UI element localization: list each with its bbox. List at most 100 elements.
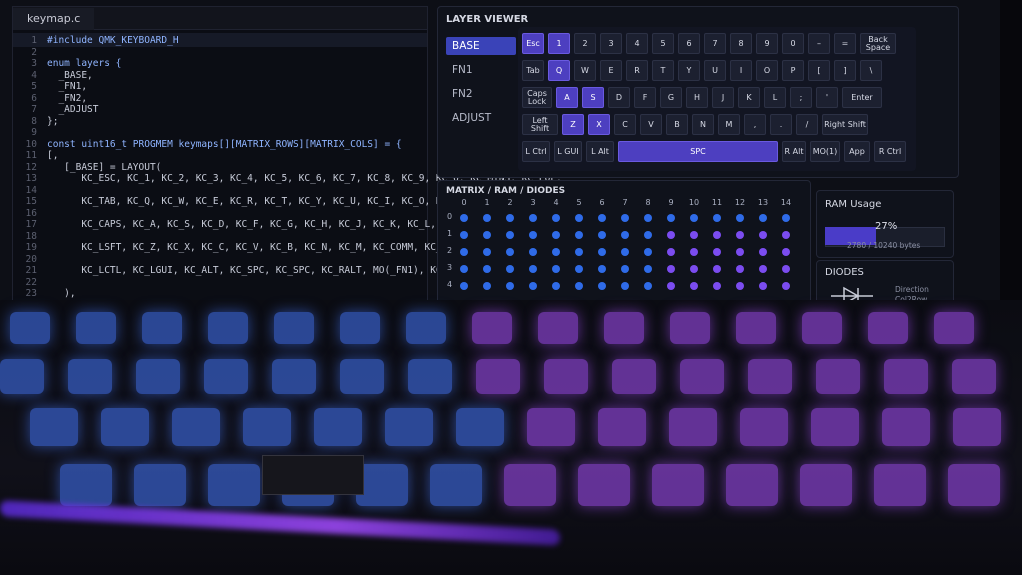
key-switch — [544, 359, 588, 395]
matrix-col-label: 9 — [668, 198, 674, 207]
key-j[interactable]: J — [712, 87, 734, 108]
key-switch — [243, 408, 291, 447]
key-r[interactable]: R — [626, 60, 648, 81]
key-f[interactable]: F — [634, 87, 656, 108]
layer-item-fn1[interactable]: FN1 — [446, 61, 516, 79]
key-r-ctrl[interactable]: R Ctrl — [874, 141, 906, 162]
matrix-cell — [460, 265, 468, 273]
key--[interactable]: / — [796, 114, 818, 135]
layer-item-adjust[interactable]: ADJUST — [446, 109, 516, 127]
key-p[interactable]: P — [782, 60, 804, 81]
matrix-cell — [690, 231, 698, 239]
key-o[interactable]: O — [756, 60, 778, 81]
key-right-shift[interactable]: Right Shift — [822, 114, 868, 135]
key--[interactable]: – — [808, 33, 830, 54]
key--[interactable]: ' — [816, 87, 838, 108]
matrix-title: MATRIX / RAM / DIODES — [446, 186, 566, 196]
key-switch — [816, 359, 860, 395]
key-a[interactable]: A — [556, 87, 578, 108]
key-4[interactable]: 4 — [626, 33, 648, 54]
key-d[interactable]: D — [608, 87, 630, 108]
editor-tab-bar: keymap.c — [13, 7, 427, 30]
key-y[interactable]: Y — [678, 60, 700, 81]
matrix-cell — [506, 282, 514, 290]
key-caps-lock[interactable]: Caps Lock — [522, 87, 552, 108]
key-m[interactable]: M — [718, 114, 740, 135]
matrix-cell — [529, 248, 537, 256]
key-5[interactable]: 5 — [652, 33, 674, 54]
key-e[interactable]: E — [600, 60, 622, 81]
key--[interactable]: = — [834, 33, 856, 54]
key-n[interactable]: N — [692, 114, 714, 135]
matrix-col-label: 3 — [530, 198, 536, 207]
ram-detail: 2780 / 10240 bytes — [847, 241, 921, 250]
key-0[interactable]: 0 — [782, 33, 804, 54]
key-v[interactable]: V — [640, 114, 662, 135]
matrix-cell — [782, 265, 790, 273]
code-line: _BASE, — [47, 69, 93, 81]
key-mo-1-[interactable]: MO(1) — [810, 141, 840, 162]
key-esc[interactable]: Esc — [522, 33, 544, 54]
matrix-cell — [736, 214, 744, 222]
key-back-space[interactable]: Back Space — [860, 33, 896, 54]
key-c[interactable]: C — [614, 114, 636, 135]
layer-item-base[interactable]: BASE — [446, 37, 516, 55]
matrix-cell — [575, 214, 583, 222]
key-l-alt[interactable]: L Alt — [586, 141, 614, 162]
key-tab[interactable]: Tab — [522, 60, 544, 81]
key-app[interactable]: App — [844, 141, 870, 162]
key--[interactable]: ; — [790, 87, 812, 108]
matrix-col-label: 12 — [734, 198, 746, 207]
key-switch — [76, 312, 116, 344]
key-2[interactable]: 2 — [574, 33, 596, 54]
key--[interactable]: \ — [860, 60, 882, 81]
key-7[interactable]: 7 — [704, 33, 726, 54]
matrix-cell — [713, 282, 721, 290]
key-switch — [60, 464, 112, 506]
key--[interactable]: [ — [808, 60, 830, 81]
code-line: _FN2, — [47, 92, 88, 104]
key-x[interactable]: X — [588, 114, 610, 135]
line-number: 14 — [25, 184, 37, 196]
key-3[interactable]: 3 — [600, 33, 622, 54]
matrix-row-label: 1 — [447, 229, 453, 238]
key-switch — [748, 359, 792, 395]
tab-keymap[interactable]: keymap.c — [13, 8, 95, 30]
key--[interactable]: . — [770, 114, 792, 135]
key-l-gui[interactable]: L GUI — [554, 141, 582, 162]
key--[interactable]: ] — [834, 60, 856, 81]
key-spc[interactable]: SPC — [618, 141, 778, 162]
matrix-cell — [667, 248, 675, 256]
key-8[interactable]: 8 — [730, 33, 752, 54]
key-left-shift[interactable]: Left Shift — [522, 114, 558, 135]
key-l-ctrl[interactable]: L Ctrl — [522, 141, 550, 162]
key-t[interactable]: T — [652, 60, 674, 81]
key-z[interactable]: Z — [562, 114, 584, 135]
key-k[interactable]: K — [738, 87, 760, 108]
key--[interactable]: , — [744, 114, 766, 135]
key-g[interactable]: G — [660, 87, 682, 108]
key-s[interactable]: S — [582, 87, 604, 108]
key-6[interactable]: 6 — [678, 33, 700, 54]
matrix-col-label: 1 — [484, 198, 490, 207]
key-r-alt[interactable]: R Alt — [782, 141, 806, 162]
key-9[interactable]: 9 — [756, 33, 778, 54]
line-number: 5 — [31, 81, 37, 92]
key-q[interactable]: Q — [548, 60, 570, 81]
matrix-row-label: 3 — [447, 263, 453, 272]
layer-item-fn2[interactable]: FN2 — [446, 85, 516, 103]
key-w[interactable]: W — [574, 60, 596, 81]
key-u[interactable]: U — [704, 60, 726, 81]
key-switch — [604, 312, 644, 344]
key-1[interactable]: 1 — [548, 33, 570, 54]
line-number: 11 — [25, 150, 37, 161]
key-l[interactable]: L — [764, 87, 786, 108]
code-line: ), — [47, 288, 76, 299]
key-i[interactable]: I — [730, 60, 752, 81]
key-h[interactable]: H — [686, 87, 708, 108]
key-enter[interactable]: Enter — [842, 87, 882, 108]
matrix-cell — [529, 214, 537, 222]
key-switch — [456, 408, 504, 447]
line-number: 13 — [25, 173, 37, 184]
key-b[interactable]: B — [666, 114, 688, 135]
